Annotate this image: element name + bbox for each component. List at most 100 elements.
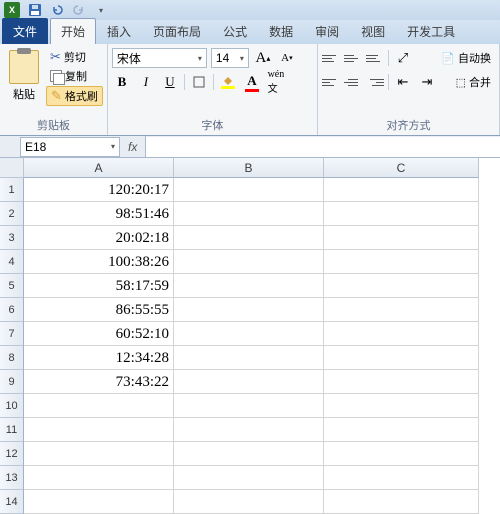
grow-font-button[interactable]: A▴ (253, 48, 273, 68)
cell[interactable] (324, 370, 479, 394)
orientation-button[interactable]: ⤢ (393, 48, 413, 68)
tab-view[interactable]: 视图 (350, 18, 396, 44)
cell[interactable] (324, 418, 479, 442)
tab-home[interactable]: 开始 (50, 18, 96, 44)
column-header-b[interactable]: B (174, 158, 324, 178)
cell[interactable] (324, 298, 479, 322)
cell[interactable] (174, 226, 324, 250)
cell[interactable] (174, 274, 324, 298)
cell[interactable]: 73:43:22 (24, 370, 174, 394)
font-color-button[interactable]: A (242, 72, 262, 92)
column-header-c[interactable]: C (324, 158, 479, 178)
cell[interactable]: 20:02:18 (24, 226, 174, 250)
align-middle-button[interactable] (344, 49, 362, 67)
font-name-combo[interactable]: 宋体▾ (112, 48, 207, 68)
fill-color-button[interactable] (218, 72, 238, 92)
row-header[interactable]: 6 (0, 298, 24, 322)
row-header[interactable]: 5 (0, 274, 24, 298)
cell[interactable] (324, 442, 479, 466)
row-header[interactable]: 1 (0, 178, 24, 202)
cell[interactable] (24, 466, 174, 490)
cell[interactable] (174, 370, 324, 394)
increase-indent-button[interactable]: ⇥ (417, 72, 437, 92)
row-header[interactable]: 2 (0, 202, 24, 226)
align-left-button[interactable] (322, 73, 340, 91)
row-header[interactable]: 14 (0, 490, 24, 514)
tab-page-layout[interactable]: 页面布局 (142, 18, 212, 44)
tab-insert[interactable]: 插入 (96, 18, 142, 44)
cell[interactable] (174, 250, 324, 274)
cell[interactable] (324, 466, 479, 490)
paste-button[interactable]: 粘贴 (4, 46, 44, 115)
cell[interactable]: 12:34:28 (24, 346, 174, 370)
underline-button[interactable]: U (160, 72, 180, 92)
tab-formulas[interactable]: 公式 (212, 18, 258, 44)
tab-file[interactable]: 文件 (2, 18, 48, 44)
cell[interactable] (24, 442, 174, 466)
cell[interactable] (174, 298, 324, 322)
cell[interactable] (324, 250, 479, 274)
wrap-text-button[interactable]: 📄自动换 (437, 49, 495, 67)
row-header[interactable]: 8 (0, 346, 24, 370)
align-top-button[interactable] (322, 49, 340, 67)
row-header[interactable]: 9 (0, 370, 24, 394)
cell[interactable] (324, 202, 479, 226)
align-right-button[interactable] (366, 73, 384, 91)
tab-data[interactable]: 数据 (258, 18, 304, 44)
cell[interactable] (324, 394, 479, 418)
cell[interactable] (174, 442, 324, 466)
cell[interactable]: 98:51:46 (24, 202, 174, 226)
tab-developer[interactable]: 开发工具 (396, 18, 466, 44)
cell[interactable] (174, 418, 324, 442)
phonetic-button[interactable]: wén文 (266, 72, 286, 92)
bold-button[interactable]: B (112, 72, 132, 92)
decrease-indent-button[interactable]: ⇤ (393, 72, 413, 92)
cell[interactable] (324, 490, 479, 514)
cell[interactable] (174, 202, 324, 226)
undo-icon[interactable] (48, 2, 66, 18)
copy-button[interactable]: 复制 (46, 67, 103, 85)
cell[interactable] (174, 490, 324, 514)
row-header[interactable]: 13 (0, 466, 24, 490)
qat-more-icon[interactable]: ▾ (92, 2, 110, 18)
cell[interactable] (174, 346, 324, 370)
row-header[interactable]: 12 (0, 442, 24, 466)
cell[interactable] (324, 274, 479, 298)
cell[interactable] (174, 322, 324, 346)
cell[interactable]: 58:17:59 (24, 274, 174, 298)
row-header[interactable]: 4 (0, 250, 24, 274)
cell[interactable] (324, 178, 479, 202)
row-header[interactable]: 10 (0, 394, 24, 418)
border-button[interactable] (189, 72, 209, 92)
align-center-button[interactable] (344, 73, 362, 91)
cell[interactable] (24, 490, 174, 514)
cell[interactable]: 86:55:55 (24, 298, 174, 322)
cell[interactable] (24, 418, 174, 442)
cell[interactable]: 120:20:17 (24, 178, 174, 202)
row-header[interactable]: 3 (0, 226, 24, 250)
cell[interactable] (174, 394, 324, 418)
cell[interactable] (324, 322, 479, 346)
redo-icon[interactable] (70, 2, 88, 18)
font-size-combo[interactable]: 14▾ (211, 48, 249, 68)
row-header[interactable]: 11 (0, 418, 24, 442)
cell[interactable] (324, 226, 479, 250)
select-all-corner[interactable] (0, 158, 24, 178)
align-bottom-button[interactable] (366, 49, 384, 67)
cell[interactable] (24, 394, 174, 418)
name-box[interactable]: E18▾ (20, 137, 120, 157)
tab-review[interactable]: 审阅 (304, 18, 350, 44)
shrink-font-button[interactable]: A▾ (277, 48, 297, 68)
column-header-a[interactable]: A (24, 158, 174, 178)
cell[interactable] (174, 178, 324, 202)
formula-input[interactable] (146, 137, 500, 157)
cell[interactable] (174, 466, 324, 490)
cut-button[interactable]: ✂剪切 (46, 48, 103, 66)
italic-button[interactable]: I (136, 72, 156, 92)
fx-label[interactable]: fx (120, 136, 146, 157)
cell[interactable]: 60:52:10 (24, 322, 174, 346)
row-header[interactable]: 7 (0, 322, 24, 346)
cell[interactable] (324, 346, 479, 370)
cell[interactable]: 100:38:26 (24, 250, 174, 274)
format-painter-button[interactable]: ✎格式刷 (46, 86, 103, 106)
